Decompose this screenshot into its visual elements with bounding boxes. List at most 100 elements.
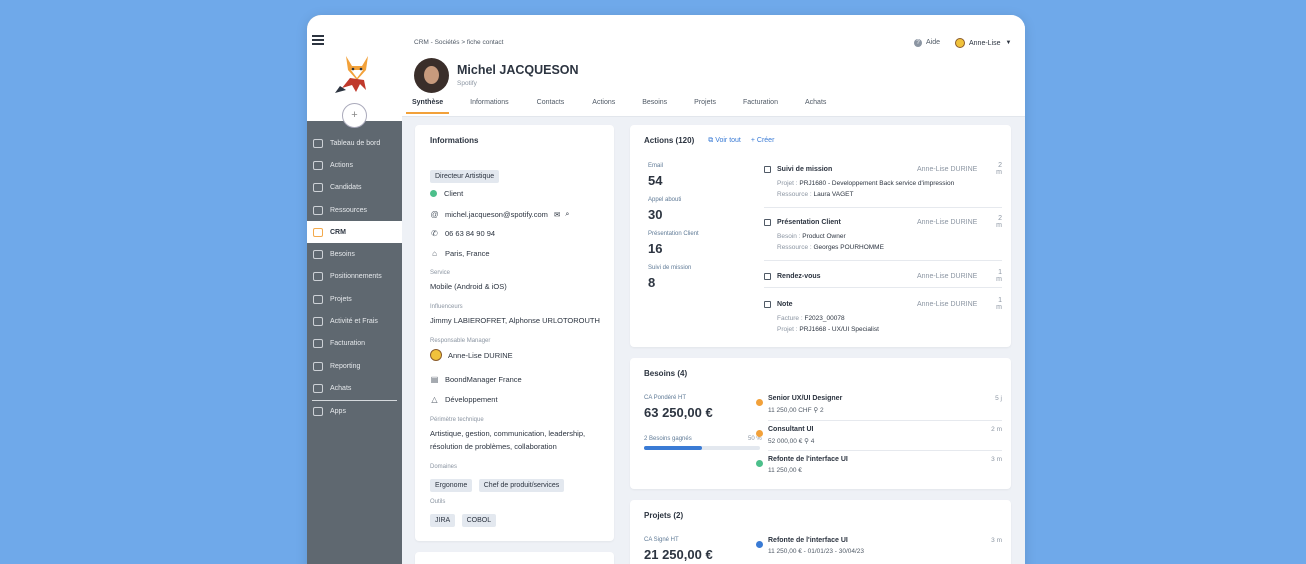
divider	[768, 420, 1002, 421]
target-icon	[313, 250, 323, 260]
user-menu[interactable]: Anne-Lise ▼	[955, 38, 1011, 48]
contact-avatar	[414, 58, 449, 93]
detail-value: PRJ1680 - Developpement Back service d'i…	[799, 180, 955, 187]
detail-value: F2023_00078	[804, 315, 845, 322]
manager-label: Responsable Manager	[430, 338, 491, 344]
role-chip: Directeur Artistique	[430, 165, 501, 183]
status-dot-icon	[756, 541, 763, 548]
detail-value: Product Owner	[802, 233, 846, 240]
sidebar-item-label: Facturation	[330, 340, 366, 348]
view-all-link[interactable]: ⧉ Voir tout	[708, 137, 741, 145]
tab-actions[interactable]: Actions	[592, 99, 615, 114]
tab-contacts[interactable]: Contacts	[537, 99, 565, 114]
action-item[interactable]: Note Anne-Lise DURINE 1 m Facture : F2023_…	[764, 297, 1002, 333]
mail-icon[interactable]: ✉	[554, 210, 560, 219]
card-title: Besoins (4)	[644, 369, 688, 378]
pole-value: Développement	[445, 395, 498, 404]
pole-icon: △	[431, 395, 438, 404]
tab-facturation[interactable]: Facturation	[743, 99, 778, 114]
sidebar-item-projets[interactable]: Projets	[307, 288, 402, 310]
action-item[interactable]: Rendez-vous Anne-Lise DURINE 1 m	[764, 269, 1002, 283]
detail-key: Ressource :	[777, 191, 814, 198]
search-icon[interactable]: ⌕	[565, 209, 569, 219]
tab-informations[interactable]: Informations	[470, 99, 509, 114]
edit-icon	[313, 317, 323, 327]
tab-projets[interactable]: Projets	[694, 99, 716, 114]
create-action-link[interactable]: + Créer	[751, 137, 775, 144]
besoin-detail: 11 250,00 CHF ⚲ 2	[768, 407, 824, 414]
action-item[interactable]: Présentation Client Anne-Lise DURINE 2 m B…	[764, 215, 1002, 251]
chevron-down-icon: ▼	[1005, 40, 1012, 46]
perimeter-value-line-1: Artistique, gestion, communication, lead…	[430, 429, 586, 438]
status-dot-icon	[430, 190, 437, 197]
tab-besoins[interactable]: Besoins	[642, 99, 667, 114]
card-title: Informations	[430, 136, 479, 145]
projet-title: Refonte de l'interface UI	[768, 537, 848, 544]
stat-label: Email	[648, 163, 664, 169]
quick-add-button[interactable]: +	[342, 103, 367, 128]
besoin-item[interactable]: Senior UX/UI Designer 11 250,00 CHF ⚲ 2 …	[756, 395, 1002, 414]
actions-card: Actions (120) ⧉ Voir tout + Créer Email …	[630, 125, 1011, 347]
secondary-card	[415, 552, 614, 564]
calendar-icon	[313, 160, 323, 170]
detail-key: Projet :	[777, 180, 800, 187]
besoin-item[interactable]: Consultant UI 52 000,00 € ⚲ 4 2 m	[756, 426, 1002, 445]
sidebar-item-ressources[interactable]: Ressources	[307, 199, 402, 221]
at-icon: @	[430, 209, 439, 219]
service-label: Service	[430, 270, 451, 276]
besoins-card: Besoins (4) CA Pondéré HT 63 250,00 € 2 …	[630, 358, 1011, 489]
action-owner: Anne-Lise DURINE	[917, 165, 978, 173]
sidebar-item-activite-et-frais[interactable]: Activité et Frais	[307, 310, 402, 332]
status-dot-icon	[756, 399, 763, 406]
sidebar-item-achats[interactable]: Achats	[307, 377, 402, 399]
user-name: Anne-Lise	[969, 39, 1001, 47]
tab-achats[interactable]: Achats	[805, 99, 826, 114]
breadcrumb[interactable]: CRM - Sociétés > fiche contact	[414, 39, 503, 46]
domain-chip: Ergonome	[430, 479, 473, 492]
action-age: 1 m	[996, 297, 1002, 311]
sidebar-item-reporting[interactable]: Reporting	[307, 355, 402, 377]
tab-synthese[interactable]: Synthèse	[405, 99, 450, 114]
action-item[interactable]: Suivi de mission Anne-Lise DURINE 2 m Proj…	[764, 162, 1002, 198]
avatar	[955, 38, 965, 48]
sidebar-item-label: Actions	[330, 161, 353, 169]
action-title: Présentation Client	[777, 218, 841, 226]
besoin-title: Consultant UI	[768, 426, 814, 433]
projet-item[interactable]: Refonte de l'interface UI 11 250,00 € - …	[756, 537, 1002, 555]
phone-value[interactable]: 06 63 84 90 94	[445, 229, 495, 238]
sidebar-item-crm[interactable]: CRM	[307, 221, 402, 244]
informations-card: Informations Directeur Artistique Client…	[415, 125, 614, 541]
sidebar-item-label: Projets	[330, 295, 352, 303]
help-label: Aide	[926, 39, 941, 46]
sidebar-item-positionnements[interactable]: Positionnements	[307, 266, 402, 288]
card-title: Projets (2)	[644, 511, 684, 520]
stat-label: Suivi de mission	[648, 265, 692, 271]
avatar	[430, 349, 442, 361]
sidebar-item-tableau-de-bord[interactable]: Tableau de bord	[307, 132, 402, 154]
sidebar-item-actions[interactable]: Actions	[307, 154, 402, 176]
ca-label: CA Pondéré HT	[644, 395, 687, 401]
domains-list: Ergonome Chef de produit/services	[430, 474, 566, 492]
action-title: Suivi de mission	[777, 165, 833, 173]
company-name[interactable]: Spotify	[457, 80, 477, 87]
besoin-item[interactable]: Refonte de l'interface UI 11 250,00 € 3 …	[756, 456, 1002, 474]
help-link[interactable]: ? Aide	[914, 39, 940, 47]
candidates-icon	[313, 183, 323, 193]
status-badge: Client	[444, 189, 464, 198]
sidebar-item-besoins[interactable]: Besoins	[307, 243, 402, 265]
building-icon: ▤	[430, 375, 439, 384]
influencers-value: Jimmy LABIEROFRET, Alphonse URLOTOROUTH	[430, 316, 600, 325]
crm-icon	[313, 227, 323, 237]
besoin-age: 5 j	[995, 395, 1002, 402]
chart-icon	[313, 361, 323, 371]
app-window: + Tableau de bord Actions Candidats Ress…	[307, 15, 1025, 564]
email-value[interactable]: michel.jacqueson@spotify.com	[445, 210, 548, 219]
menu-icon[interactable]	[312, 35, 324, 45]
action-age: 2 m	[996, 215, 1002, 229]
perimeter-value-line-2: résolution de problèmes, collaboration	[430, 442, 557, 451]
sidebar-item-apps[interactable]: Apps	[307, 401, 402, 423]
sidebar-item-facturation[interactable]: Facturation	[307, 333, 402, 355]
sidebar-item-candidats[interactable]: Candidats	[307, 177, 402, 199]
action-owner: Anne-Lise DURINE	[917, 272, 978, 280]
sidebar: + Tableau de bord Actions Candidats Ress…	[307, 15, 402, 564]
